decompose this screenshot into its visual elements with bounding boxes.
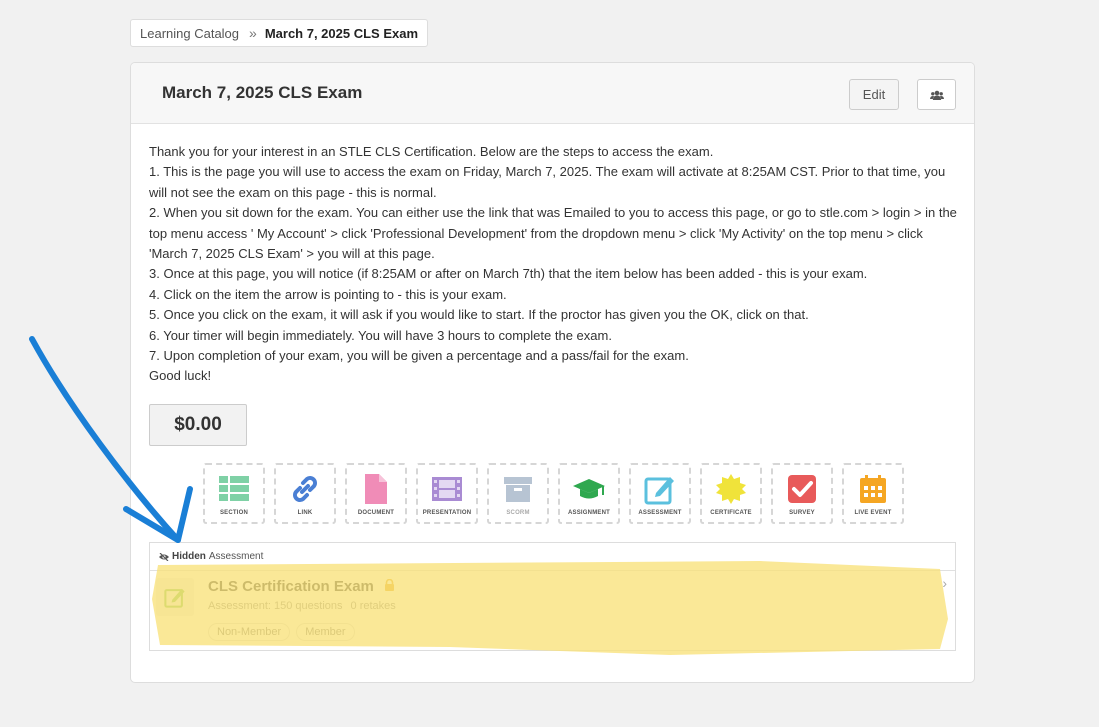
price-badge: $0.00: [149, 404, 247, 446]
tile-label: DOCUMENT: [357, 510, 395, 516]
graduation-cap-icon: [573, 479, 605, 499]
tag-non-member: Non-Member: [208, 623, 291, 641]
users-icon: [929, 90, 944, 100]
instruction-line: 7. Upon completion of your exam, you wil…: [149, 348, 689, 364]
breadcrumb-current: March 7, 2025 CLS Exam: [264, 25, 419, 41]
edit-icon: [644, 477, 674, 505]
instruction-line: 6. Your timer will begin immediately. Yo…: [149, 327, 612, 343]
item-meta: Assessment: 150 questions 0 retakes: [208, 600, 396, 612]
tag-member: Member: [296, 623, 355, 641]
document-icon: [365, 474, 387, 504]
instruction-line: Thank you for your interest in an STLE C…: [149, 144, 714, 159]
instruction-line: 1. This is the page you will use to acce…: [149, 164, 946, 200]
assessment-item[interactable]: Hidden Assessment CLS Certification Exam…: [149, 542, 956, 651]
checkbox-icon: [788, 475, 816, 503]
tile-label: SECTION: [219, 510, 249, 516]
breadcrumb-learning-catalog-link[interactable]: Learning Catalog: [140, 26, 239, 41]
breadcrumb: Learning Catalog » March 7, 2025 CLS Exa…: [130, 19, 429, 47]
card-header: March 7, 2025 CLS Exam Edit: [131, 63, 974, 124]
tile-section[interactable]: SECTION: [203, 463, 265, 524]
hidden-label: Hidden: [172, 551, 206, 562]
tile-link[interactable]: LINK: [274, 463, 336, 524]
breadcrumb-separator: »: [249, 25, 257, 41]
item-retakes: 0 retakes: [350, 600, 396, 612]
page-title: March 7, 2025 CLS Exam: [162, 83, 363, 102]
tile-document[interactable]: DOCUMENT: [345, 463, 407, 524]
tile-assessment[interactable]: ASSESSMENT: [629, 463, 691, 524]
chevron-right-icon: ›: [942, 575, 947, 591]
tile-label: SCORM: [506, 510, 530, 516]
instruction-line: 4. Click on the item the arrow is pointi…: [149, 286, 507, 302]
box-icon: [504, 477, 532, 502]
certificate-icon: [716, 474, 746, 504]
item-question-count: Assessment: 150 questions: [208, 600, 343, 612]
link-icon: [293, 476, 317, 502]
tile-label: ASSIGNMENT: [567, 510, 610, 516]
tile-label: LINK: [297, 510, 313, 516]
tile-assignment[interactable]: ASSIGNMENT: [558, 463, 620, 524]
item-title-text: CLS Certification Exam: [208, 578, 374, 595]
item-type-icon: [156, 578, 194, 616]
tile-live-event[interactable]: LIVE EVENT: [842, 463, 904, 524]
instruction-line: Good luck!: [149, 368, 212, 384]
content-type-toolbar: SECTION LINK DOCUMENT PRESENTATION SCORM…: [203, 463, 904, 524]
tile-label: PRESENTATION: [422, 510, 472, 516]
content-card: March 7, 2025 CLS Exam Edit Thank you fo…: [130, 62, 975, 683]
tile-scorm[interactable]: SCORM: [487, 463, 549, 524]
tile-presentation[interactable]: PRESENTATION: [416, 463, 478, 524]
instructions: Thank you for your interest in an STLE C…: [149, 142, 959, 387]
tile-label: LIVE EVENT: [854, 510, 892, 516]
tile-survey[interactable]: SURVEY: [771, 463, 833, 524]
tile-label: ASSESSMENT: [638, 510, 682, 516]
tile-certificate[interactable]: CERTIFICATE: [700, 463, 762, 524]
calendar-icon: [860, 475, 886, 503]
film-icon: [432, 477, 462, 501]
users-button[interactable]: [917, 79, 956, 110]
item-title[interactable]: CLS Certification Exam: [208, 578, 395, 595]
item-type: Assessment: [208, 551, 264, 562]
item-tags: Non-Member Member: [208, 623, 355, 641]
instruction-line: 5. Once you click on the exam, it will a…: [149, 307, 809, 323]
eye-slash-icon: [159, 552, 169, 561]
instruction-line: 2. When you sit down for the exam. You c…: [149, 205, 957, 262]
edit-icon: [164, 588, 185, 608]
lock-icon: [385, 578, 395, 591]
instruction-line: 3. Once at this page, you will notice (i…: [149, 266, 868, 282]
item-visibility-bar: Hidden Assessment: [150, 543, 955, 571]
tile-label: CERTIFICATE: [710, 510, 752, 516]
tile-label: SURVEY: [789, 510, 815, 516]
section-icon: [219, 476, 249, 501]
edit-button[interactable]: Edit: [849, 79, 899, 110]
